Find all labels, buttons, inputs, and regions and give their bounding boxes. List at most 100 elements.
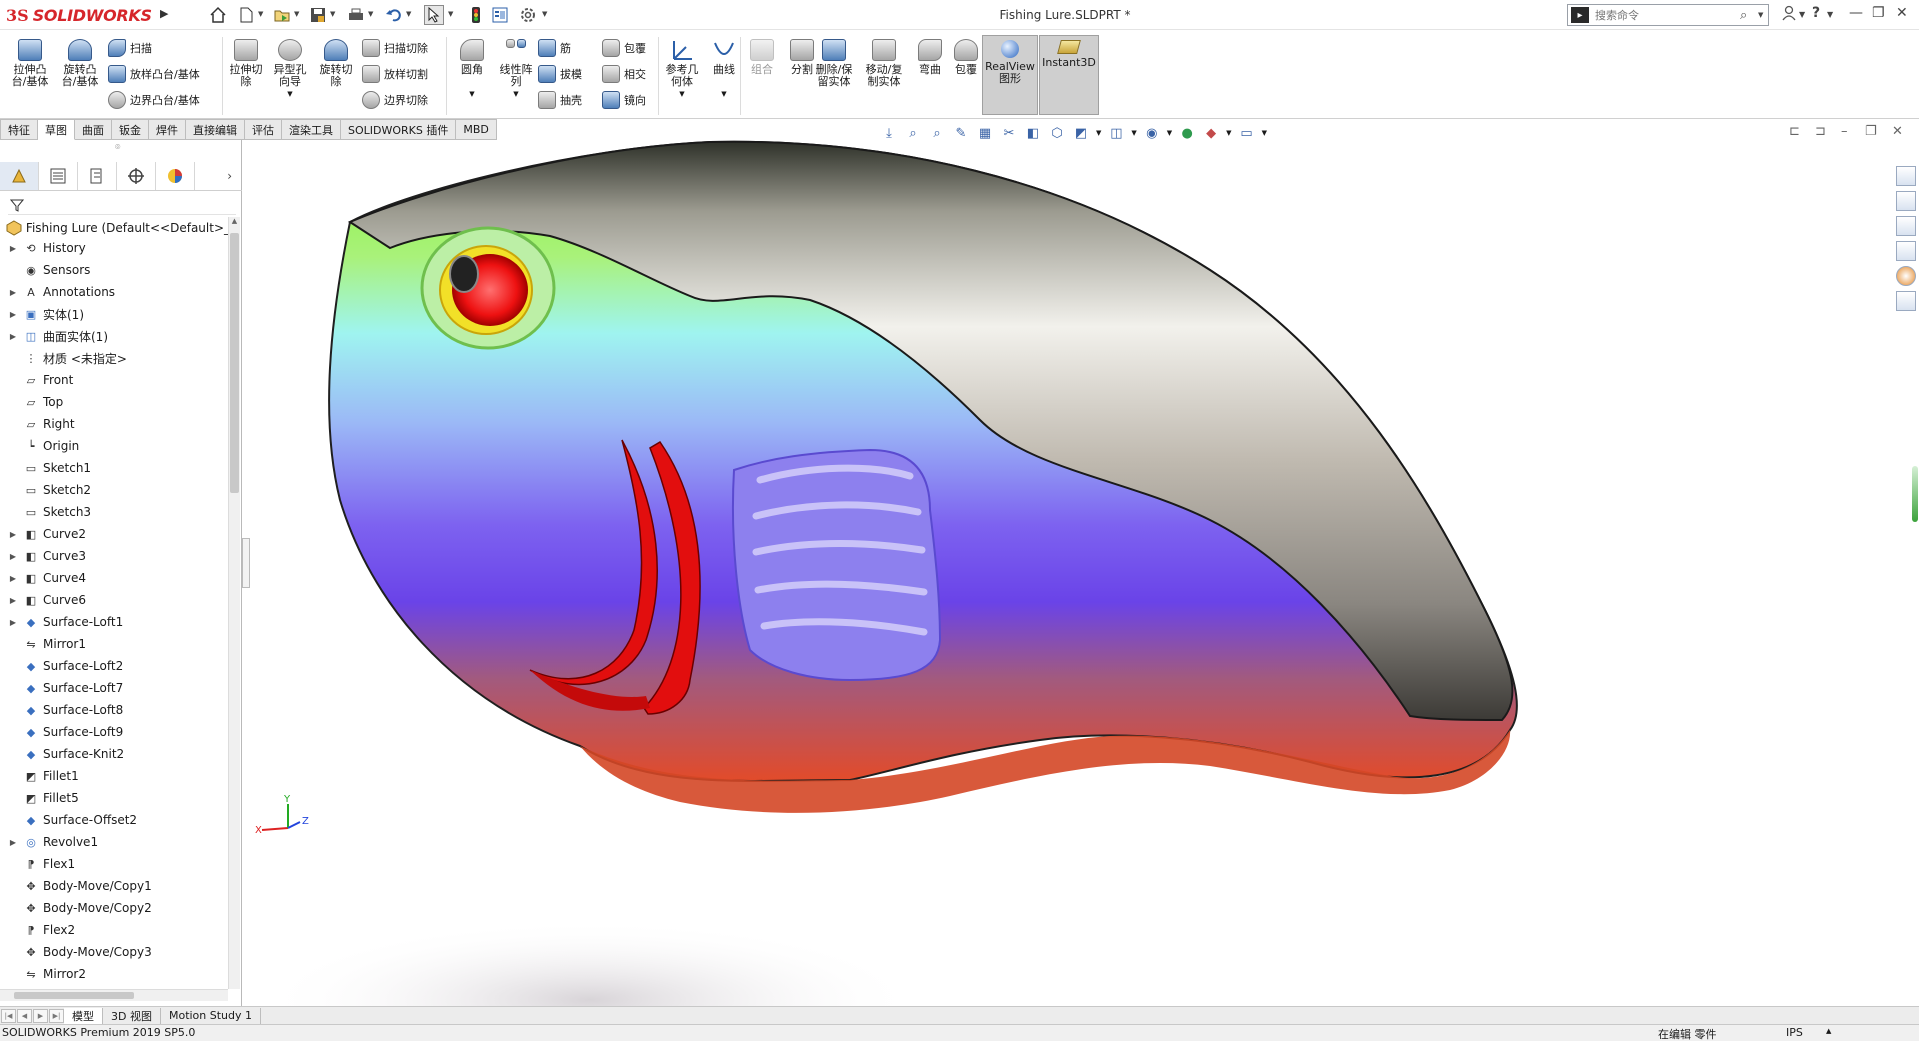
feature-tree-hscrollbar[interactable] <box>0 989 228 1001</box>
panel-grip-icon[interactable]: ⌾ <box>115 143 120 153</box>
tab-motion-study[interactable]: Motion Study 1 <box>161 1007 262 1024</box>
close-window-icon[interactable]: ✕ <box>1896 5 1908 21</box>
tab-sheet-metal[interactable]: 钣金 <box>112 119 149 140</box>
filter-icon[interactable] <box>10 198 24 212</box>
boundary-cut-button[interactable]: 边界切除 <box>362 89 428 111</box>
monitor-dropdown-icon[interactable]: ▼ <box>1262 129 1267 137</box>
tab-direct-editing[interactable]: 直接编辑 <box>186 119 245 140</box>
tree-item[interactable]: ◩ Fillet5 <box>0 787 228 809</box>
search-icon[interactable]: ⌕ <box>1740 8 1758 23</box>
scene-dropdown-icon[interactable]: ▼ <box>1226 129 1231 137</box>
tree-item[interactable]: ▱ Right <box>0 413 228 435</box>
tab-render-tools[interactable]: 渲染工具 <box>282 119 341 140</box>
tree-item[interactable]: ┕ Origin <box>0 435 228 457</box>
tab-solidworks-addins[interactable]: SOLIDWORKS 插件 <box>341 119 457 140</box>
expand-panel-icon[interactable]: › <box>227 169 232 183</box>
tab-surfaces[interactable]: 曲面 <box>75 119 112 140</box>
intersect-button[interactable]: 相交 <box>602 63 646 85</box>
fillet-button[interactable]: 圆角 ▼ <box>450 35 494 115</box>
search-box[interactable]: ▸ ⌕ ▼ <box>1567 4 1769 26</box>
tree-item[interactable]: ▭ Sketch1 <box>0 457 228 479</box>
tree-item[interactable]: ◆ Surface-Loft7 <box>0 677 228 699</box>
hole-wizard-button[interactable]: 异型孔 向导 ▼ <box>268 35 312 115</box>
design-library-icon[interactable] <box>1896 191 1916 211</box>
doc-close-icon[interactable]: ✕ <box>1892 124 1903 139</box>
tree-item[interactable]: ✥ Body-Move/Copy1 <box>0 875 228 897</box>
display-style-dropdown-icon[interactable]: ▼ <box>1096 129 1101 137</box>
tree-item[interactable]: ◩ Fillet1 <box>0 765 228 787</box>
custom-properties-icon[interactable] <box>1896 291 1916 311</box>
tree-item[interactable]: ▶ ◧ Curve2 <box>0 523 228 545</box>
tree-item[interactable]: ▶ ◎ Revolve1 <box>0 831 228 853</box>
search-input[interactable] <box>1595 8 1740 22</box>
tree-item[interactable]: ▱ Front <box>0 369 228 391</box>
move-copy-body-button[interactable]: 移动/复 制实体 <box>858 35 910 115</box>
tree-item[interactable]: ▶ A Annotations <box>0 281 228 303</box>
tree-item[interactable]: ✥ Body-Move/Copy2 <box>0 897 228 919</box>
tab-mbd[interactable]: MBD <box>456 119 497 140</box>
tree-item[interactable]: ⇋ Mirror2 <box>0 963 228 985</box>
tree-item[interactable]: ◆ Surface-Loft8 <box>0 699 228 721</box>
search-dropdown-icon[interactable]: ▼ <box>1758 11 1768 19</box>
help-icon[interactable]: ? <box>1812 5 1820 21</box>
tree-item[interactable]: ◆ Surface-Offset2 <box>0 809 228 831</box>
expand-arrow-icon[interactable]: ▶ <box>6 288 20 297</box>
expand-arrow-icon[interactable]: ▶ <box>6 552 20 561</box>
appearances-icon[interactable] <box>1896 266 1916 286</box>
property-manager-tab-icon[interactable] <box>39 161 78 190</box>
expand-arrow-icon[interactable]: ▶ <box>6 244 20 253</box>
panel-splitter[interactable] <box>242 538 250 588</box>
scrollbar-thumb[interactable] <box>230 233 239 493</box>
previous-tab-icon[interactable]: ◀ <box>17 1008 32 1023</box>
tree-item[interactable]: ▶ ◧ Curve3 <box>0 545 228 567</box>
tree-item[interactable]: ◆ Surface-Loft9 <box>0 721 228 743</box>
doc-minimize-icon[interactable]: – <box>1841 124 1848 139</box>
next-tab-icon[interactable]: ▶ <box>33 1008 48 1023</box>
tree-item[interactable]: ⁋ Flex2 <box>0 919 228 941</box>
draft-button[interactable]: 拔模 <box>538 63 582 85</box>
tree-item[interactable]: ▶ ⟲ History <box>0 237 228 259</box>
configuration-manager-tab-icon[interactable] <box>78 161 117 190</box>
appearance-dropdown-icon[interactable]: ▼ <box>1167 129 1172 137</box>
expand-arrow-icon[interactable]: ▶ <box>6 530 20 539</box>
tree-item[interactable]: ⇋ Mirror1 <box>0 633 228 655</box>
hide-show-dropdown-icon[interactable]: ▼ <box>1131 129 1136 137</box>
tree-item[interactable]: ◆ Surface-Knit2 <box>0 743 228 765</box>
tree-item[interactable]: ▭ Sketch3 <box>0 501 228 523</box>
boundary-boss-button[interactable]: 边界凸台/基体 <box>108 89 200 111</box>
tree-item[interactable]: ◆ Surface-Loft2 <box>0 655 228 677</box>
tree-item[interactable]: ▶ ◆ Surface-Loft1 <box>0 611 228 633</box>
feature-tree-tab-icon[interactable] <box>0 161 39 190</box>
tree-item[interactable]: ▭ Sketch2 <box>0 479 228 501</box>
file-explorer-icon[interactable] <box>1896 216 1916 236</box>
reference-geometry-dropdown-icon[interactable]: ▼ <box>660 88 704 100</box>
fillet-dropdown-icon[interactable]: ▼ <box>450 88 494 100</box>
swept-cut-button[interactable]: 扫描切除 <box>362 37 428 59</box>
hole-wizard-dropdown-icon[interactable]: ▼ <box>268 88 312 100</box>
tree-item[interactable]: ◉ Sensors <box>0 259 228 281</box>
loft-boss-button[interactable]: 放样凸台/基体 <box>108 63 200 85</box>
tree-item[interactable]: ▶ ◧ Curve4 <box>0 567 228 589</box>
help-dropdown-icon[interactable]: ▼ <box>1827 10 1833 19</box>
graphics-area[interactable]: X Y Z <box>250 140 1919 1006</box>
tab-weldments[interactable]: 焊件 <box>149 119 186 140</box>
tab-evaluate[interactable]: 评估 <box>245 119 282 140</box>
viewport-split-right-icon[interactable]: ⊐ <box>1815 124 1826 139</box>
instant3d-button[interactable]: Instant3D <box>1039 35 1099 115</box>
tree-item[interactable]: ⁋ Flex1 <box>0 853 228 875</box>
tab-features[interactable]: 特征 <box>0 119 38 140</box>
first-tab-icon[interactable]: |◀ <box>1 1008 16 1023</box>
revolved-boss-button[interactable]: 旋转凸 台/基体 <box>58 35 102 115</box>
tree-item[interactable]: ▶ ◫ 曲面实体(1) <box>0 325 228 347</box>
unit-system[interactable]: IPS <box>1786 1026 1803 1039</box>
linear-pattern-dropdown-icon[interactable]: ▼ <box>494 88 538 100</box>
tree-item[interactable]: ⋮ 材质 <未指定> <box>0 347 228 369</box>
combine-button[interactable]: 组合 <box>740 35 784 115</box>
tree-item[interactable]: ▶ ◧ Curve6 <box>0 589 228 611</box>
shell-button[interactable]: 抽壳 <box>538 89 582 111</box>
expand-arrow-icon[interactable]: ▶ <box>6 332 20 341</box>
feature-filter[interactable] <box>8 195 236 215</box>
solidworks-resources-icon[interactable] <box>1896 166 1916 186</box>
minimize-window-icon[interactable]: — <box>1849 5 1863 21</box>
user-dropdown-icon[interactable]: ▼ <box>1799 10 1805 19</box>
